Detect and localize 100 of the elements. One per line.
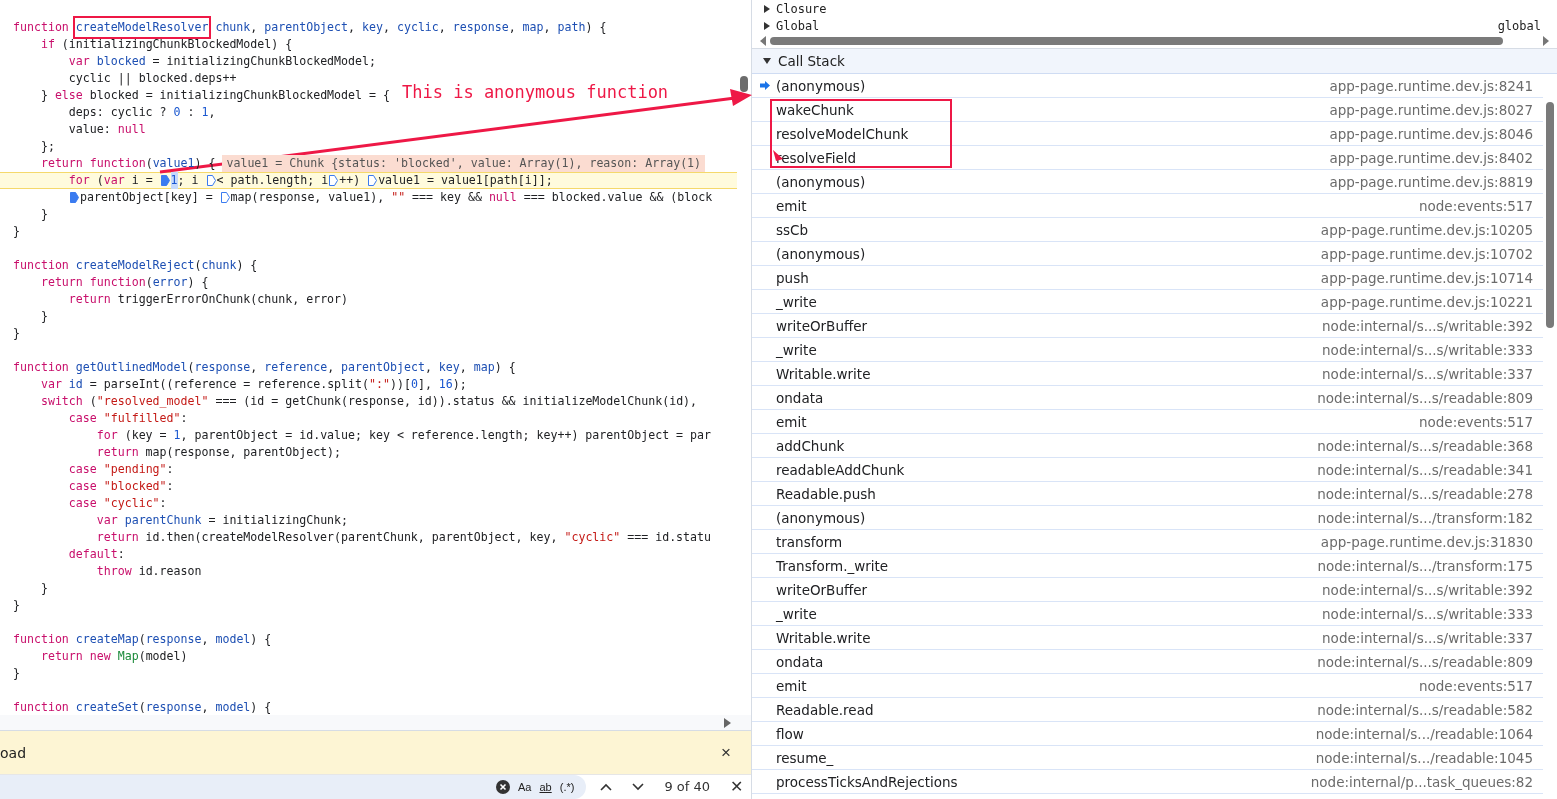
chevron-down-icon[interactable] — [632, 783, 645, 791]
code-text: map(response, parentObject); — [144, 444, 342, 461]
call-frame[interactable]: wakeChunk app-page.runtime.dev.js:8027 — [752, 98, 1543, 122]
call-frame[interactable]: (anonymous) app-page.runtime.dev.js:8241 — [752, 74, 1543, 98]
call-frame[interactable]: transform app-page.runtime.dev.js:31830 — [752, 530, 1543, 554]
keyword: function — [13, 359, 69, 376]
call-frame[interactable]: Writable.write node:internal/s...s/writable:337 — [752, 626, 1543, 650]
call-frame[interactable]: (anonymous) node:internal/s.../transform:182 — [752, 506, 1543, 530]
scrollbar-thumb[interactable] — [770, 37, 1503, 45]
close-button[interactable]: ✕ — [730, 777, 743, 797]
keyword: switch — [39, 393, 83, 410]
call-frame[interactable]: ondata node:internal/s...s/readable:809 — [752, 386, 1543, 410]
chevron-up-icon[interactable] — [600, 783, 613, 791]
scope-name[interactable]: Global — [776, 18, 820, 33]
scroll-right-icon[interactable] — [1543, 36, 1549, 46]
call-frame[interactable]: resume_ node:internal/s.../readable:1045 — [752, 746, 1543, 770]
code-text: ) { — [250, 699, 272, 716]
identifier: response — [145, 699, 202, 716]
code-text: cyclic || blocked.deps++ — [67, 70, 237, 87]
scrollbar-thumb[interactable] — [740, 76, 748, 92]
collapsed-icon[interactable] — [764, 21, 770, 30]
breakpoint-marker-icon[interactable] — [329, 175, 339, 186]
call-frame[interactable]: writeOrBuffer node:internal/s...s/writable:392 — [752, 314, 1543, 338]
identifier: response — [194, 359, 251, 376]
keyword: return — [95, 444, 139, 461]
call-frame[interactable]: Writable.write node:internal/s...s/writable:337 — [752, 362, 1543, 386]
match-case-toggle[interactable]: Aa — [518, 781, 532, 793]
code-text: , — [201, 699, 210, 716]
code-text: , — [459, 359, 468, 376]
call-frame[interactable]: _write node:internal/s...s/writable:333 — [752, 338, 1543, 362]
call-frame[interactable]: readableAddChunk node:internal/s...s/readable:341 — [752, 458, 1543, 482]
code-text: , — [543, 19, 552, 36]
code-text: ) { — [250, 631, 272, 648]
scrollbar-thumb[interactable] — [1546, 102, 1554, 328]
code-text: ))[ — [389, 376, 411, 393]
call-frame[interactable]: emit node:events:517 — [752, 194, 1543, 218]
scroll-right-icon[interactable] — [724, 717, 731, 728]
code-text: parentObject[key] = — [80, 189, 214, 206]
number-literal: 1 — [170, 172, 178, 189]
annotated-identifier: createModelResolver — [75, 19, 209, 36]
breakpoint-marker-icon[interactable] — [220, 192, 230, 203]
inline-value: value1 = Chunk {status: 'blocked', value: Array(1), reason: Array(1) — [222, 155, 706, 172]
identifier: map — [473, 359, 495, 376]
call-frame[interactable]: writeOrBuffer node:internal/s...s/writable:392 — [752, 578, 1543, 602]
call-frame[interactable]: addChunk node:internal/s...s/readable:368 — [752, 434, 1543, 458]
code-text: : — [186, 104, 196, 121]
identifier: createModelReject — [74, 257, 195, 274]
call-frame[interactable]: push app-page.runtime.dev.js:10714 — [752, 266, 1543, 290]
identifier: path — [557, 19, 586, 36]
call-frame[interactable]: emit node:events:517 — [752, 410, 1543, 434]
call-frame[interactable]: Transform._write node:internal/s.../transform:175 — [752, 554, 1543, 578]
call-frame[interactable]: processTicksAndRejections node:internal/p...task_queues:82 — [752, 770, 1543, 794]
code-text: === id.statu — [626, 529, 712, 546]
call-frame[interactable]: ssCb app-page.runtime.dev.js:10205 — [752, 218, 1543, 242]
breakpoint-marker-icon[interactable] — [368, 175, 378, 186]
call-frame[interactable]: Readable.push node:internal/s...s/readable:278 — [752, 482, 1543, 506]
identifier: model — [215, 631, 251, 648]
breakpoint-marker-icon[interactable] — [206, 175, 216, 186]
call-frame[interactable]: Readable.read node:internal/s...s/readable:582 — [752, 698, 1543, 722]
close-button[interactable]: × — [721, 742, 731, 763]
keyword: null — [117, 121, 146, 138]
code-text: value: — [67, 121, 112, 138]
search-field[interactable]: Aa ab (.*) — [0, 775, 587, 799]
identifier: key — [362, 19, 383, 36]
code-text: } — [39, 206, 48, 223]
call-frame[interactable]: flow node:internal/s.../readable:1064 — [752, 722, 1543, 746]
regex-toggle[interactable]: (.*) — [559, 781, 575, 793]
keyword: var — [103, 172, 125, 189]
identifier: response — [145, 631, 202, 648]
code-text: ) { — [585, 19, 607, 36]
clear-icon[interactable] — [496, 780, 510, 794]
scope-name[interactable]: Closure — [776, 1, 827, 16]
keyword: var — [95, 512, 118, 529]
code-text: = initializingChunk; — [207, 512, 349, 529]
call-frame[interactable]: (anonymous) app-page.runtime.dev.js:10702 — [752, 242, 1543, 266]
call-frame[interactable]: _write app-page.runtime.dev.js:10221 — [752, 290, 1543, 314]
call-frame[interactable]: resolveModelChunk app-page.runtime.dev.js:8046 — [752, 122, 1543, 146]
match-count: 9 of 40 — [664, 779, 710, 795]
call-frame[interactable]: (anonymous) app-page.runtime.dev.js:8819 — [752, 170, 1543, 194]
scroll-left-icon[interactable] — [760, 36, 766, 46]
code-text: id.reason — [137, 563, 202, 580]
call-frame[interactable]: _write node:internal/s...s/writable:333 — [752, 602, 1543, 626]
call-frame[interactable]: resolveField app-page.runtime.dev.js:8402 — [752, 146, 1543, 170]
call-frame[interactable]: ondata node:internal/s...s/readable:809 — [752, 650, 1543, 674]
section-header[interactable]: Call Stack — [752, 48, 1557, 74]
current-frame-icon — [760, 81, 770, 90]
code-text: , — [382, 19, 391, 36]
keyword: var — [67, 53, 90, 70]
identifier: reference — [264, 359, 328, 376]
notification-text: oad — [0, 744, 27, 761]
collapsed-icon[interactable] — [764, 4, 770, 13]
breakpoint-marker-icon[interactable] — [160, 175, 170, 186]
call-frame[interactable]: emit node:events:517 — [752, 674, 1543, 698]
whole-word-toggle[interactable]: ab — [539, 781, 552, 793]
keyword: null — [488, 189, 517, 206]
number-literal: 1 — [173, 427, 181, 444]
code-text: , — [424, 359, 433, 376]
breakpoint-marker-icon[interactable] — [70, 192, 79, 203]
code-text: (model) — [138, 648, 188, 665]
code-text: , — [508, 19, 517, 36]
